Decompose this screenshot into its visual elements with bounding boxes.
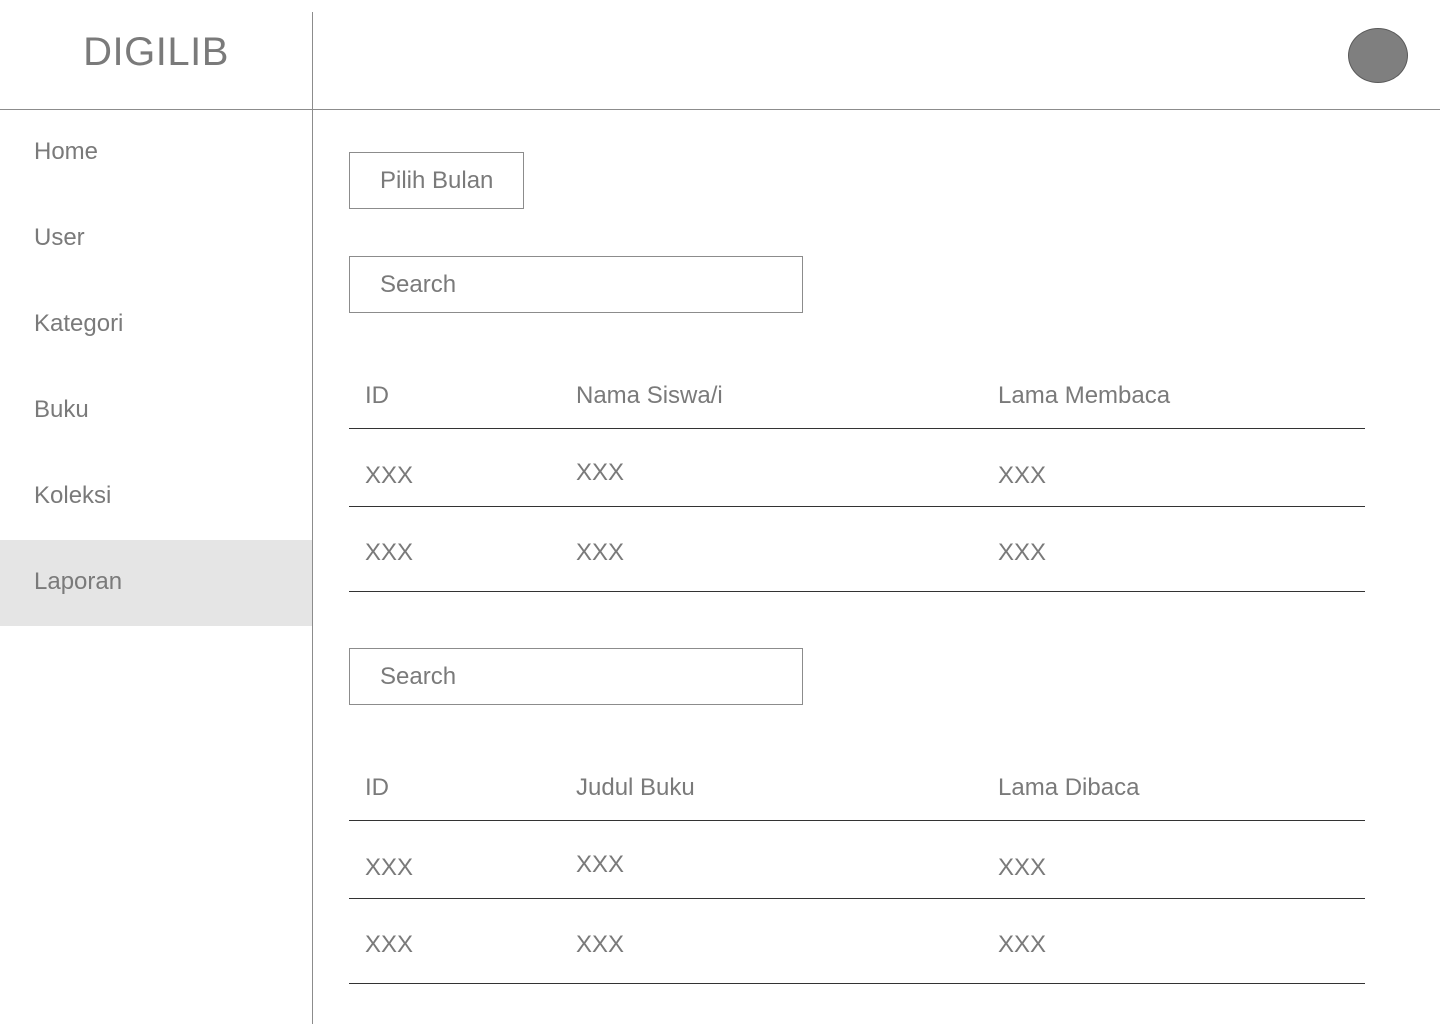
table-cell: XXX: [365, 462, 414, 489]
column-header-read-duration: Lama Dibaca: [998, 774, 1140, 801]
sidebar-item-label: Kategori: [34, 310, 124, 337]
sidebar-item-label: Buku: [34, 396, 89, 423]
reading-time-table: ID Nama Siswa/i Lama Membaca XXX XXX XXX…: [349, 350, 1365, 592]
book-reading-table: ID Judul Buku Lama Dibaca XXX XXX XXX XX…: [349, 742, 1365, 984]
table-header-row: ID Judul Buku Lama Dibaca: [349, 742, 1365, 821]
sidebar-item-home[interactable]: Home: [0, 110, 312, 196]
search-box-students[interactable]: [349, 256, 803, 313]
table-row[interactable]: XXX XXX XXX: [349, 899, 1365, 984]
sidebar-item-koleksi[interactable]: Koleksi: [0, 454, 312, 540]
sidebar-item-label: Home: [34, 138, 99, 165]
sidebar-divider: [312, 12, 313, 1024]
column-header-student-name: Nama Siswa/i: [576, 382, 723, 409]
sidebar-nav: Home User Kategori Buku Koleksi Laporan: [0, 110, 312, 626]
table-cell: XXX: [998, 462, 1047, 489]
table-cell: XXX: [998, 931, 1047, 958]
column-header-book-title: Judul Buku: [576, 774, 695, 801]
sidebar-item-kategori[interactable]: Kategori: [0, 282, 312, 368]
search-input-students[interactable]: [380, 270, 802, 299]
table-cell: XXX: [576, 931, 625, 958]
search-input-books[interactable]: [380, 662, 802, 691]
column-header-id: ID: [365, 774, 389, 801]
table-cell: XXX: [576, 539, 625, 566]
sidebar-item-label: Laporan: [34, 568, 123, 595]
sidebar-item-laporan[interactable]: Laporan: [0, 540, 312, 626]
sidebar-item-user[interactable]: User: [0, 196, 312, 282]
sidebar-item-label: User: [34, 224, 85, 251]
table-row[interactable]: XXX XXX XXX: [349, 507, 1365, 592]
column-header-id: ID: [365, 382, 389, 409]
sidebar-item-label: Koleksi: [34, 482, 112, 509]
table-cell: XXX: [998, 854, 1047, 881]
table-cell: XXX: [576, 851, 625, 878]
table-cell: XXX: [365, 854, 414, 881]
table-header-row: ID Nama Siswa/i Lama Membaca: [349, 350, 1365, 429]
table-cell: XXX: [365, 539, 414, 566]
table-row[interactable]: XXX XXX XXX: [349, 429, 1365, 507]
search-box-books[interactable]: [349, 648, 803, 705]
sidebar-item-buku[interactable]: Buku: [0, 368, 312, 454]
table-row[interactable]: XXX XXX XXX: [349, 821, 1365, 899]
select-month-button[interactable]: Pilih Bulan: [349, 152, 524, 209]
column-header-reading-duration: Lama Membaca: [998, 382, 1171, 409]
select-month-button-label: Pilih Bulan: [380, 166, 494, 194]
user-avatar[interactable]: [1348, 28, 1408, 83]
table-cell: XXX: [576, 459, 625, 486]
table-cell: XXX: [365, 931, 414, 958]
table-cell: XXX: [998, 539, 1047, 566]
app-logo: DIGILIB: [83, 30, 229, 74]
